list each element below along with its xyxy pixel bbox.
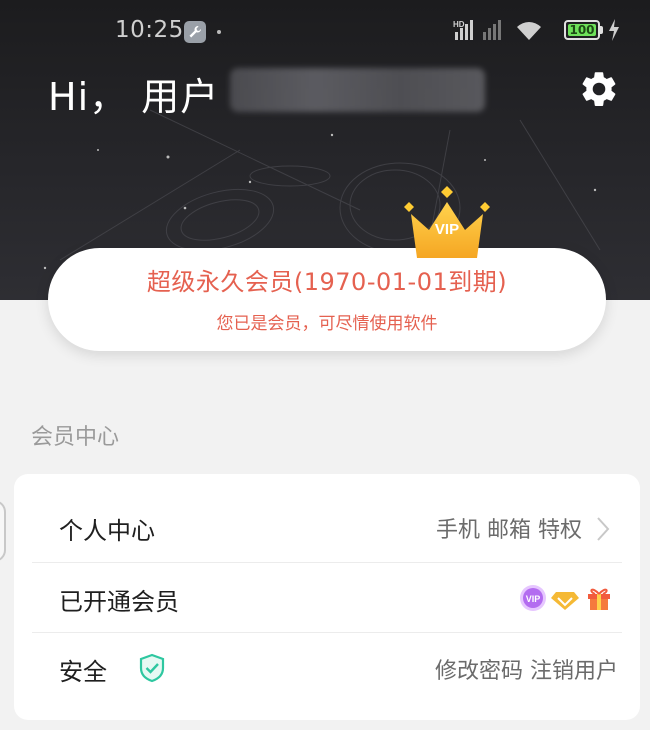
list-item-label: 安全: [59, 658, 107, 686]
vip-crown-icon: VIP: [404, 186, 490, 258]
status-bar: 10:25 HD 100: [0, 0, 650, 62]
settings-icon[interactable]: [578, 68, 620, 110]
membership-badges: VIP: [520, 585, 610, 611]
edge-swipe-handle[interactable]: [0, 500, 6, 562]
notification-dot-icon: [217, 30, 221, 34]
list-item-security[interactable]: 安全 修改密码 注销用户: [32, 633, 622, 703]
svg-text:VIP: VIP: [526, 594, 541, 604]
membership-title: 超级永久会员(1970-01-01到期): [146, 268, 508, 296]
list-item-active-membership[interactable]: 已开通会员 VIP: [32, 563, 622, 633]
member-center-list: 个人中心 手机 邮箱 特权 已开通会员 VIP 安全 修改密码 注销用户: [14, 474, 640, 720]
status-time: 10:25: [115, 17, 184, 43]
membership-description: 您已是会员，可尽情使用软件: [216, 314, 438, 334]
diamond-badge-icon: [551, 592, 579, 610]
chevron-right-icon: [597, 517, 610, 541]
section-title: 会员中心: [31, 425, 120, 450]
signal-icon: HD: [453, 20, 541, 40]
security-actions[interactable]: 修改密码 注销用户: [435, 653, 618, 685]
wrench-icon: [184, 21, 206, 43]
list-item-label: 个人中心: [59, 517, 155, 545]
svg-text:VIP: VIP: [435, 221, 459, 238]
blurred-username: [230, 68, 485, 112]
battery-level: 100: [569, 23, 595, 37]
list-item-label: 已开通会员: [59, 588, 179, 616]
gift-badge-icon: [588, 588, 610, 610]
battery-icon: 100: [564, 20, 600, 40]
shield-check-icon: [139, 653, 165, 683]
greeting-text: Hi， 用户: [48, 75, 220, 119]
list-item-personal-center[interactable]: 个人中心 手机 邮箱 特权: [32, 492, 622, 562]
membership-card[interactable]: 超级永久会员(1970-01-01到期) 您已是会员，可尽情使用软件: [48, 248, 606, 351]
personal-center-hint: 手机 邮箱 特权: [436, 518, 582, 543]
svg-text:HD: HD: [453, 20, 465, 29]
charging-bolt-icon: [609, 19, 619, 41]
